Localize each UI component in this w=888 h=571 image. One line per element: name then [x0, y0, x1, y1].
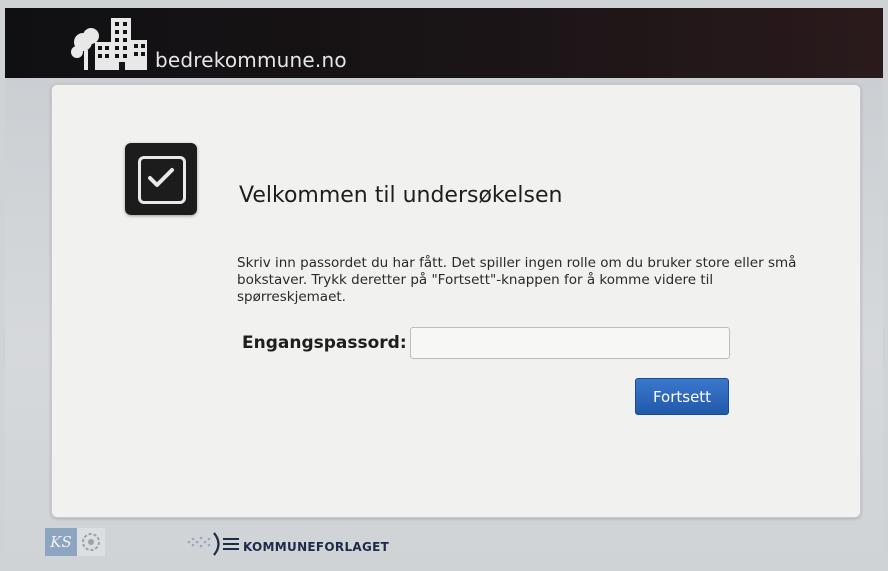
app-window: bedrekommune.no Velkommen til undersøkel…	[5, 8, 883, 568]
ks-logo[interactable]: KS	[45, 528, 77, 556]
continue-button[interactable]: Fortsett	[635, 378, 729, 415]
city-buildings-logo-icon	[71, 18, 147, 70]
site-title[interactable]: bedrekommune.no	[155, 48, 347, 72]
checkbox-checked-icon	[125, 143, 197, 215]
login-card: Velkommen til undersøkelsen Skriv inn pa…	[51, 84, 861, 518]
ks-emblem-icon	[77, 528, 105, 556]
site-header: bedrekommune.no	[5, 8, 883, 78]
checkbox-frame	[138, 156, 186, 204]
kommuneforlaget-logo-icon[interactable]	[181, 530, 241, 558]
instructions-text: Skriv inn passordet du har fått. Det spi…	[237, 255, 797, 305]
password-label: Engangspassord:	[242, 333, 407, 353]
footer: KS KOMMUNEFORLAGET	[5, 518, 883, 568]
password-input[interactable]	[410, 327, 730, 359]
page-title: Velkommen til undersøkelsen	[239, 183, 563, 208]
publisher-name[interactable]: KOMMUNEFORLAGET	[243, 540, 389, 554]
checkmark-icon	[148, 168, 174, 187]
